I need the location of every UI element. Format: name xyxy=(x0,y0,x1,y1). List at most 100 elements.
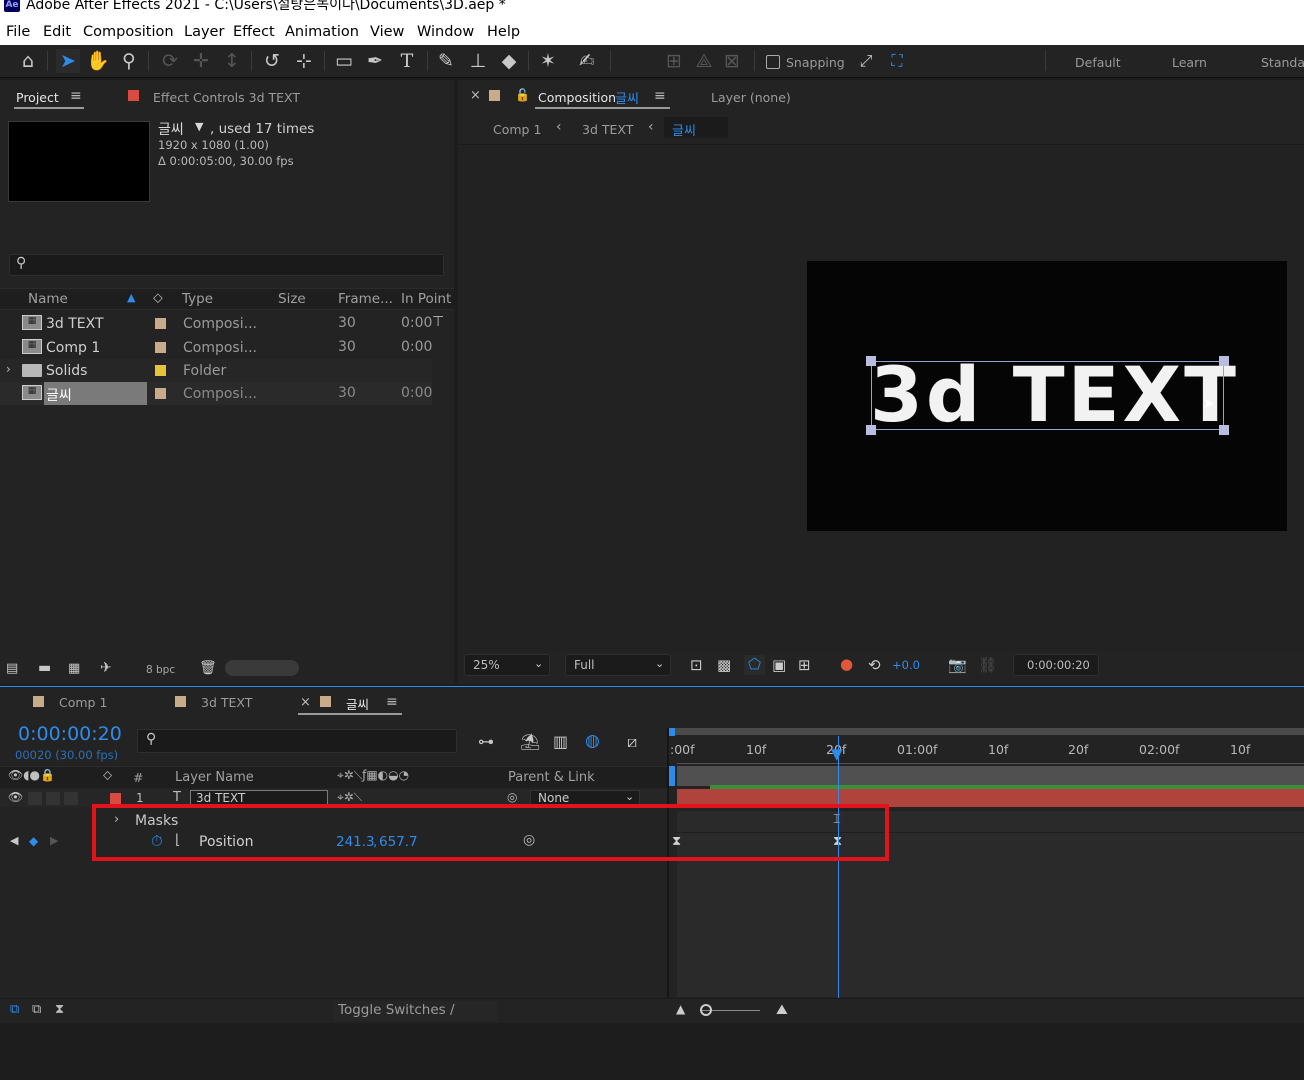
next-keyframe-icon[interactable]: ▶ xyxy=(50,834,58,847)
anchor-point-tool-icon[interactable]: ⊹ xyxy=(292,49,316,73)
list-item[interactable]: › Solids Folder xyxy=(0,359,432,382)
reset-exposure-icon[interactable]: ⟲ xyxy=(868,656,881,674)
workspace-default[interactable]: Default xyxy=(1075,55,1121,70)
tab-layer[interactable]: Layer (none) xyxy=(711,90,791,105)
puppet-pin-tool-icon[interactable]: ✍ xyxy=(575,49,599,73)
rotation-tool-icon[interactable]: ↺ xyxy=(260,49,284,73)
snap-options-icon[interactable]: ⤢ xyxy=(854,49,878,73)
add-keyframe-icon[interactable]: ◆ xyxy=(29,834,38,848)
zoom-out-icon[interactable]: ▲ xyxy=(676,1002,685,1016)
list-item[interactable]: ▦ 글씨 Composi... 30 0:00 xyxy=(0,382,432,405)
new-folder-icon[interactable]: ▬ xyxy=(38,660,51,676)
col-name[interactable]: Name xyxy=(28,291,68,307)
pan-camera-icon[interactable]: ✛ xyxy=(189,49,213,73)
tab-project[interactable]: Project xyxy=(16,90,59,105)
workspace-learn[interactable]: Learn xyxy=(1172,55,1207,70)
breadcrumb-comp-1[interactable]: Comp 1 xyxy=(493,122,541,137)
menu-animation[interactable]: Animation xyxy=(285,24,359,40)
shy-layers-icon[interactable]: ⛱ xyxy=(520,732,540,751)
timeline-timecode[interactable]: 0:00:00:20 xyxy=(18,723,122,745)
snapshot-camera-icon[interactable]: 📷 xyxy=(948,656,967,674)
zoom-slider-thumb[interactable] xyxy=(700,1004,712,1016)
col-parent-link[interactable]: Parent & Link xyxy=(508,770,595,785)
menu-edit[interactable]: Edit xyxy=(43,24,71,40)
pick-whip-icon[interactable]: ◎ xyxy=(507,790,517,804)
interpret-footage-icon[interactable]: ▤ xyxy=(6,661,18,676)
roto-brush-tool-icon[interactable]: ✶ xyxy=(536,49,560,73)
breadcrumb-3d-text[interactable]: 3d TEXT xyxy=(582,122,633,137)
work-area-bar[interactable] xyxy=(669,728,1304,735)
eraser-tool-icon[interactable]: ◆ xyxy=(497,49,521,73)
composition-flowchart-icon[interactable]: ⊶ xyxy=(478,732,494,751)
brush-tool-icon[interactable]: ✎ xyxy=(434,49,458,73)
col-layer-name[interactable]: Layer Name xyxy=(175,770,254,785)
menu-window[interactable]: Window xyxy=(417,24,474,40)
view-axis-icon[interactable]: ⊠ xyxy=(720,49,744,73)
region-of-interest-icon[interactable]: ⊡ xyxy=(690,656,703,674)
clone-stamp-tool-icon[interactable]: ⊥ xyxy=(466,49,490,73)
rectangle-tool-icon[interactable]: ▭ xyxy=(332,49,356,73)
sort-asc-icon[interactable]: ▲ xyxy=(127,291,135,304)
type-tool-icon[interactable]: T xyxy=(395,49,419,73)
panel-menu-icon[interactable]: ≡ xyxy=(70,88,82,104)
snapping-checkbox[interactable] xyxy=(766,55,780,69)
layer-switches-toggle-icon[interactable]: ⧉ xyxy=(10,1002,19,1017)
transfer-controls-toggle-icon[interactable]: ⧉ xyxy=(32,1002,41,1017)
new-composition-icon[interactable]: ▦ xyxy=(68,661,80,676)
mask-path-visibility-icon[interactable]: ⬠ xyxy=(744,655,765,675)
close-icon[interactable]: × xyxy=(300,695,311,710)
timeline-tab-3d-text[interactable]: 3d TEXT xyxy=(201,695,252,710)
time-navigator-start[interactable] xyxy=(669,766,675,786)
panel-menu-icon[interactable]: ≡ xyxy=(386,694,398,710)
prev-keyframe-icon[interactable]: ◀ xyxy=(10,834,18,847)
playhead-icon[interactable]: ▼ xyxy=(831,745,843,763)
toggle-switches-modes-button[interactable]: Toggle Switches / Modes xyxy=(333,1001,497,1037)
selection-tool-icon[interactable]: ➤ xyxy=(56,49,80,73)
show-snapshot-icon[interactable]: ⛓ xyxy=(978,656,997,674)
local-axis-icon[interactable]: ⊞ xyxy=(662,49,686,73)
label-tag-icon[interactable]: ⬦ xyxy=(103,768,112,783)
panel-menu-icon[interactable]: ≡ xyxy=(654,88,666,104)
hand-tool-icon[interactable]: ✋ xyxy=(86,49,110,73)
close-icon[interactable]: × xyxy=(470,88,481,103)
motion-blur-icon[interactable]: ◍ xyxy=(585,731,600,751)
list-item[interactable]: ▦ Comp 1 Composi... 30 0:00 xyxy=(0,336,432,359)
panel-splitter[interactable] xyxy=(667,728,669,998)
timeline-tab-current[interactable]: 글씨 xyxy=(346,694,369,713)
list-item[interactable]: ▦ 3d TEXT Composi... 30 0:00 ⊤ xyxy=(0,312,444,335)
current-time-display[interactable]: 0:00:00:20 xyxy=(1013,654,1099,676)
col-in-point[interactable]: In Point xyxy=(401,291,451,307)
guide-options-icon[interactable]: ▣ xyxy=(772,656,786,674)
bit-depth-label[interactable]: 8 bpc xyxy=(146,664,175,676)
workspace-standard[interactable]: Standar xyxy=(1261,55,1304,70)
chevron-right-icon[interactable]: › xyxy=(6,362,11,376)
graph-editor-icon[interactable]: ⧄ xyxy=(627,732,637,752)
transparency-grid-icon[interactable]: ▩ xyxy=(717,656,731,674)
in-out-toggle-icon[interactable]: ⧗ xyxy=(55,1002,64,1017)
zoom-tool-icon[interactable]: ⚲ xyxy=(117,49,141,73)
work-area-start-handle[interactable] xyxy=(669,728,675,736)
eye-icon[interactable]: 👁 xyxy=(8,790,23,804)
label-tag-icon[interactable]: ⬦ xyxy=(153,290,163,306)
menu-layer[interactable]: Layer xyxy=(184,24,224,40)
playhead-line[interactable] xyxy=(838,736,839,998)
audio-switch[interactable] xyxy=(28,792,42,805)
snap-target-icon[interactable]: ⛶ xyxy=(885,49,909,73)
world-axis-icon[interactable]: ⟁ xyxy=(692,49,716,73)
solo-switch[interactable] xyxy=(46,792,60,805)
tab-composition[interactable]: Composition xyxy=(538,90,616,105)
transform-handle[interactable] xyxy=(1219,425,1229,435)
dolly-camera-icon[interactable]: ↕ xyxy=(220,49,244,73)
lock-icon[interactable]: 🔓 xyxy=(515,88,530,102)
lock-switch[interactable] xyxy=(64,792,78,805)
project-search-input[interactable] xyxy=(9,254,444,276)
flowchart-icon[interactable]: ⊤ xyxy=(432,314,444,330)
exposure-value[interactable]: +0.0 xyxy=(892,658,920,672)
timeline-tab-comp-1[interactable]: Comp 1 xyxy=(59,695,107,710)
layer-switches[interactable]: ⌖✲⟍ xyxy=(337,790,362,805)
trash-icon[interactable]: 🗑 xyxy=(199,660,217,676)
col-size[interactable]: Size xyxy=(278,291,306,307)
col-type[interactable]: Type xyxy=(182,291,213,307)
item-dropdown-icon[interactable]: ▼ xyxy=(195,120,203,133)
render-queue-icon[interactable]: ✈ xyxy=(100,660,112,676)
